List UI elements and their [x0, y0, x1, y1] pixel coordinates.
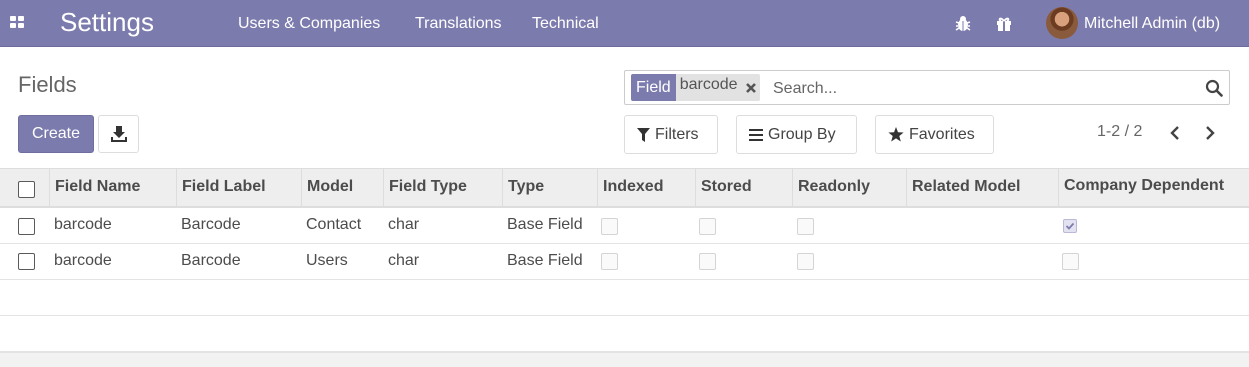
company-dependent-checkbox — [1063, 219, 1077, 233]
bug-icon[interactable] — [954, 13, 972, 33]
star-icon — [888, 127, 904, 142]
cell-type: Base Field — [507, 252, 583, 269]
cell-field-type: char — [388, 216, 420, 233]
table-row[interactable]: barcode Barcode Users char Base Field — [0, 244, 1249, 280]
chevron-left-icon[interactable] — [1168, 125, 1182, 141]
stored-checkbox — [699, 253, 716, 270]
apps-grid-icon[interactable] — [10, 16, 26, 30]
facet-value: barcode — [675, 74, 742, 101]
groupby-label: Group By — [768, 126, 836, 143]
row-select-checkbox[interactable] — [18, 218, 35, 235]
indexed-checkbox — [601, 218, 618, 235]
select-all-checkbox[interactable] — [18, 181, 35, 198]
menu-technical[interactable]: Technical — [532, 15, 599, 33]
readonly-checkbox — [797, 218, 814, 235]
favorites-button[interactable]: Favorites — [875, 115, 994, 154]
app-title: Settings — [60, 7, 154, 37]
filter-icon — [637, 128, 650, 142]
user-menu[interactable]: Mitchell Admin (db) — [1084, 15, 1220, 33]
search-bar: Field barcode — [624, 70, 1230, 105]
groupby-button[interactable]: Group By — [736, 115, 857, 154]
list-icon — [749, 129, 763, 141]
stored-checkbox — [699, 218, 716, 235]
facet-label: Field — [631, 74, 676, 101]
cell-field-name: barcode — [54, 252, 112, 269]
cell-field-name: barcode — [54, 216, 112, 233]
empty-row — [0, 280, 1249, 316]
filters-button[interactable]: Filters — [624, 115, 718, 154]
menu-users-companies[interactable]: Users & Companies — [238, 15, 380, 33]
page-title: Fields — [18, 72, 77, 97]
download-icon — [111, 126, 127, 142]
cell-field-label: Barcode — [181, 252, 241, 269]
company-dependent-checkbox — [1062, 253, 1079, 270]
table-row[interactable]: barcode Barcode Contact char Base Field — [0, 208, 1249, 244]
select-all-cell — [0, 169, 49, 207]
readonly-checkbox — [797, 253, 814, 270]
column-field-label[interactable]: Field Label — [176, 169, 301, 207]
cell-field-label: Barcode — [181, 216, 241, 233]
column-type[interactable]: Type — [502, 169, 597, 207]
column-model[interactable]: Model — [301, 169, 383, 207]
top-navbar: Settings Users & Companies Translations … — [0, 0, 1249, 47]
indexed-checkbox — [601, 253, 618, 270]
column-related-model[interactable]: Related Model — [906, 169, 1058, 207]
search-facet: Field barcode — [631, 74, 760, 101]
favorites-label: Favorites — [909, 126, 975, 143]
column-field-type[interactable]: Field Type — [383, 169, 502, 207]
menu-translations[interactable]: Translations — [415, 15, 502, 33]
user-avatar[interactable] — [1046, 7, 1078, 39]
filters-label: Filters — [655, 126, 699, 143]
column-stored[interactable]: Stored — [695, 169, 792, 207]
column-indexed[interactable]: Indexed — [597, 169, 695, 207]
column-field-name[interactable]: Field Name — [49, 169, 176, 207]
cell-field-type: char — [388, 252, 420, 269]
pager-value[interactable]: 1-2 / 2 — [1097, 123, 1142, 141]
create-button[interactable]: Create — [18, 115, 94, 153]
facet-remove-icon[interactable] — [741, 74, 760, 101]
search-input[interactable] — [773, 75, 1193, 102]
cell-type: Base Field — [507, 216, 583, 233]
row-select-checkbox[interactable] — [18, 253, 35, 270]
gift-icon[interactable] — [995, 13, 1013, 33]
column-readonly[interactable]: Readonly — [792, 169, 906, 207]
table-header: Field Name Field Label Model Field Type … — [0, 168, 1249, 208]
check-icon — [1065, 222, 1075, 230]
chevron-right-icon[interactable] — [1203, 125, 1217, 141]
column-company-dependent[interactable]: Company Dependent — [1058, 169, 1249, 207]
export-button[interactable] — [98, 115, 139, 153]
cell-model: Users — [306, 252, 348, 269]
search-icon[interactable] — [1205, 79, 1223, 97]
empty-row — [0, 316, 1249, 352]
cell-model: Contact — [306, 216, 362, 233]
list-footer — [0, 352, 1249, 367]
